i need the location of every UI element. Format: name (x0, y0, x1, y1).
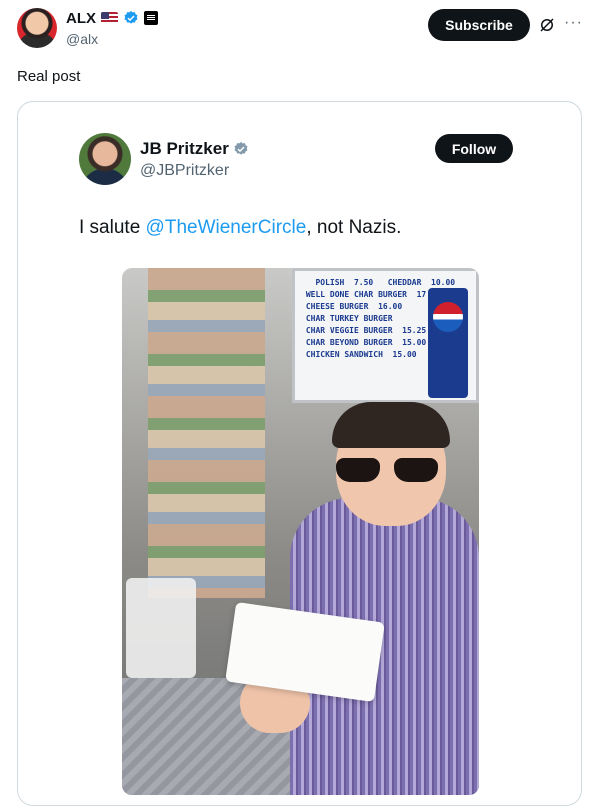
author-name-row: ALX (66, 9, 158, 27)
post-header: ALX @alx Subscribe ··· (0, 0, 590, 60)
person-hair (332, 402, 450, 448)
currency-covered-pillar (148, 268, 265, 598)
more-options-icon[interactable]: ··· (564, 14, 583, 32)
avatar[interactable] (17, 8, 57, 48)
quoted-post-text: I salute @TheWienerCircle, not Nazis. (79, 217, 401, 239)
quoted-author-name-row: JB Pritzker (140, 139, 249, 159)
author-handle[interactable]: @alx (66, 31, 98, 47)
subscribe-button[interactable]: Subscribe (428, 9, 530, 41)
verified-badge-icon (124, 11, 138, 24)
quoted-text-part: , not Nazis. (306, 217, 402, 238)
grok-icon[interactable] (538, 16, 556, 34)
quoted-author-avatar[interactable] (79, 133, 131, 185)
author-name[interactable]: ALX (66, 10, 96, 27)
quoted-post-card[interactable]: JB Pritzker @JBPritzker Follow I salute … (17, 101, 582, 806)
verified-badge-icon (234, 142, 248, 155)
post-text: Real post (17, 68, 81, 85)
follow-button[interactable]: Follow (435, 134, 513, 163)
tip-jar (126, 578, 196, 678)
pepsi-logo-icon (428, 288, 468, 398)
quoted-author-handle[interactable]: @JBPritzker (140, 162, 229, 180)
org-badge-icon (144, 11, 158, 25)
post-photo[interactable]: POLISH 7.50 CHEDDAR 10.00 WELL DONE CHAR… (122, 268, 479, 795)
sunglasses (336, 458, 442, 484)
quoted-text-part: I salute (79, 217, 146, 238)
us-flag-icon (101, 12, 118, 24)
mention-link[interactable]: @TheWienerCircle (146, 217, 307, 238)
quoted-author-name[interactable]: JB Pritzker (140, 139, 229, 159)
